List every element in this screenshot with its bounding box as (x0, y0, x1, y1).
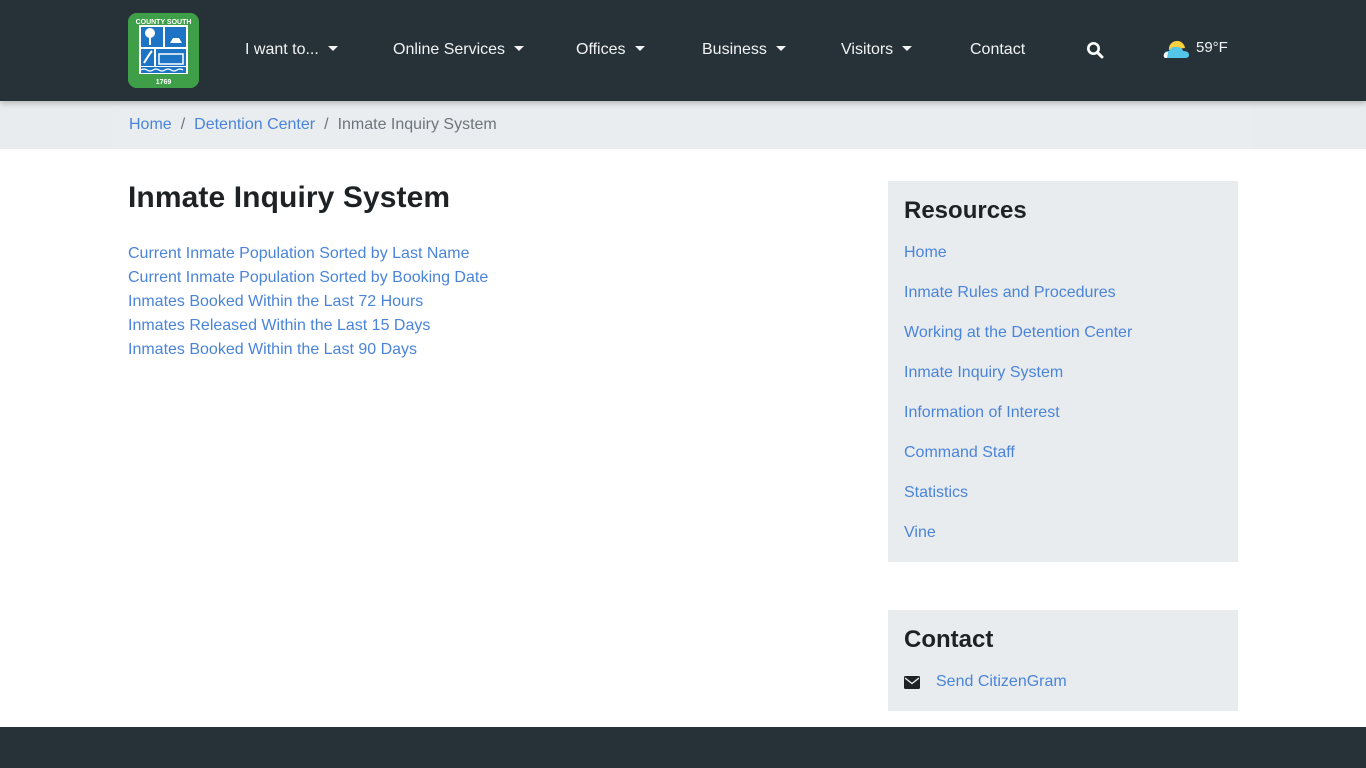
nav-online-services[interactable]: Online Services (393, 38, 525, 62)
breadcrumb-separator: / (180, 116, 186, 133)
breadcrumb-bar: Home / Detention Center / Inmate Inquiry… (0, 101, 1366, 149)
nav-label: Business (702, 41, 767, 58)
county-seal-icon: COUNTY SOUTH 1769 (128, 13, 199, 88)
breadcrumb: Home / Detention Center / Inmate Inquiry… (113, 101, 1253, 149)
resource-link-home[interactable]: Home (904, 241, 1132, 281)
resource-link-working-at-detention-center[interactable]: Working at the Detention Center (904, 321, 1132, 361)
link-booked-last-72-hours[interactable]: Inmates Booked Within the Last 72 Hours (128, 290, 488, 314)
contact-title: Contact (904, 626, 994, 653)
nav-visitors[interactable]: Visitors (841, 38, 913, 62)
caret-down-icon (902, 46, 913, 51)
resource-link-information-of-interest[interactable]: Information of Interest (904, 401, 1132, 441)
nav-i-want-to[interactable]: I want to... (245, 38, 338, 62)
envelope-icon (904, 675, 920, 689)
resource-link-inmate-inquiry-system[interactable]: Inmate Inquiry System (904, 361, 1132, 401)
svg-text:1769: 1769 (156, 79, 172, 86)
nav-label: Offices (576, 41, 626, 58)
breadcrumb-separator: / (324, 116, 329, 133)
caret-down-icon (327, 46, 338, 51)
breadcrumb-home[interactable]: Home (129, 116, 172, 134)
weather-widget[interactable]: 59°F (1163, 37, 1228, 61)
breadcrumb-current: Inmate Inquiry System (337, 116, 497, 133)
resource-link-statistics[interactable]: Statistics (904, 481, 1132, 521)
resources-panel: Resources Home Inmate Rules and Procedur… (888, 181, 1238, 562)
contact-row: Send CitizenGram (904, 670, 1067, 694)
link-population-by-last-name[interactable]: Current Inmate Population Sorted by Last… (128, 242, 488, 266)
breadcrumb-detention-center[interactable]: Detention Center (194, 116, 315, 134)
caret-down-icon (775, 46, 786, 51)
top-navbar: COUNTY SOUTH 1769 I want to... Online Se… (0, 0, 1366, 101)
contact-panel: Contact Send CitizenGram (888, 610, 1238, 711)
nav-label: Contact (970, 41, 1026, 58)
link-released-last-15-days[interactable]: Inmates Released Within the Last 15 Days (128, 314, 488, 338)
resources-link-list: Home Inmate Rules and Procedures Working… (904, 241, 1132, 561)
resource-link-command-staff[interactable]: Command Staff (904, 441, 1132, 481)
link-population-by-booking-date[interactable]: Current Inmate Population Sorted by Book… (128, 266, 488, 290)
resources-title: Resources (904, 197, 1027, 224)
resource-link-vine[interactable]: Vine (904, 521, 1132, 561)
nav-label: Visitors (841, 41, 894, 58)
inquiry-link-list: Current Inmate Population Sorted by Last… (128, 242, 488, 362)
link-booked-last-90-days[interactable]: Inmates Booked Within the Last 90 Days (128, 338, 488, 362)
caret-down-icon (634, 46, 645, 51)
send-citizengram-link[interactable]: Send CitizenGram (936, 673, 1067, 691)
svg-text:COUNTY SOUTH: COUNTY SOUTH (136, 19, 192, 26)
nav-contact[interactable]: Contact (970, 38, 1025, 62)
nav-offices[interactable]: Offices (576, 38, 645, 62)
weather-temperature: 59°F (1196, 38, 1228, 56)
partly-cloudy-icon (1163, 40, 1189, 58)
nav-business[interactable]: Business (702, 38, 786, 62)
caret-down-icon (514, 46, 525, 51)
nav-label: Online Services (393, 41, 506, 58)
nav-label: I want to... (245, 41, 319, 58)
search-icon[interactable] (1086, 41, 1104, 59)
resource-link-inmate-rules[interactable]: Inmate Rules and Procedures (904, 281, 1132, 321)
county-seal-logo[interactable]: COUNTY SOUTH 1769 (128, 13, 199, 88)
page-title: Inmate Inquiry System (128, 181, 451, 214)
footer (0, 727, 1366, 768)
